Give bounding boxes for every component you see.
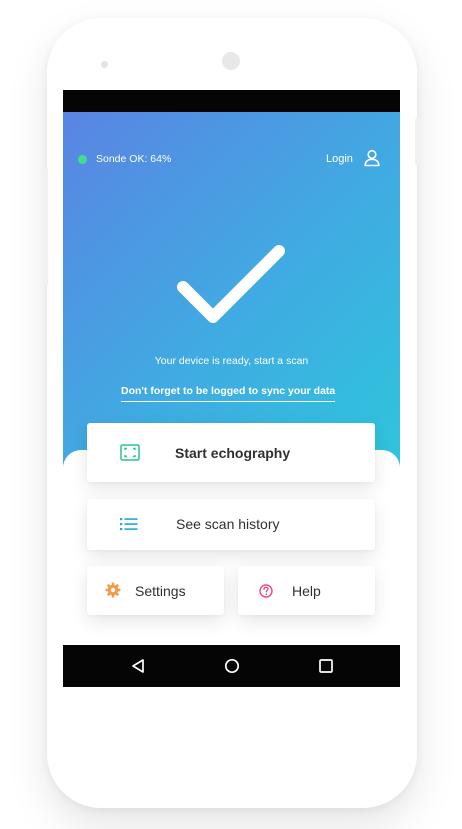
volume-button bbox=[44, 168, 48, 286]
recent-apps-icon[interactable] bbox=[318, 658, 334, 674]
app-screen: Sonde OK: 64% Login Your device is ready… bbox=[63, 90, 400, 687]
help-label: Help bbox=[292, 583, 321, 599]
scan-history-label: See scan history bbox=[176, 516, 280, 532]
device-ready-text: Your device is ready, start a scan bbox=[154, 355, 309, 367]
power-button bbox=[415, 118, 419, 166]
sync-data-link[interactable]: Don't forget to be logged to sync your d… bbox=[121, 385, 336, 402]
settings-label: Settings bbox=[135, 583, 186, 599]
start-echography-label: Start echography bbox=[175, 445, 291, 461]
back-icon[interactable] bbox=[130, 658, 146, 674]
help-button[interactable]: Help bbox=[238, 566, 375, 615]
hero-panel: Sonde OK: 64% Login Your device is ready… bbox=[63, 112, 400, 467]
checkmark-icon bbox=[177, 245, 285, 323]
start-echography-button[interactable]: Start echography bbox=[87, 423, 375, 482]
list-icon bbox=[120, 518, 138, 531]
proximity-sensor bbox=[101, 61, 108, 68]
scan-frame-icon bbox=[120, 444, 140, 461]
settings-button[interactable]: Settings bbox=[87, 566, 224, 615]
gear-icon bbox=[105, 582, 121, 598]
android-navigation-bar bbox=[63, 645, 400, 687]
help-icon bbox=[259, 584, 273, 598]
sonde-status-text: Sonde OK: 64% bbox=[96, 153, 172, 165]
scan-history-button[interactable]: See scan history bbox=[87, 499, 375, 550]
sonde-status-dot bbox=[78, 155, 87, 164]
user-icon[interactable] bbox=[363, 149, 381, 167]
login-link[interactable]: Login bbox=[326, 153, 353, 165]
home-icon[interactable] bbox=[224, 658, 240, 674]
front-camera bbox=[222, 52, 240, 70]
status-bar bbox=[63, 90, 400, 112]
